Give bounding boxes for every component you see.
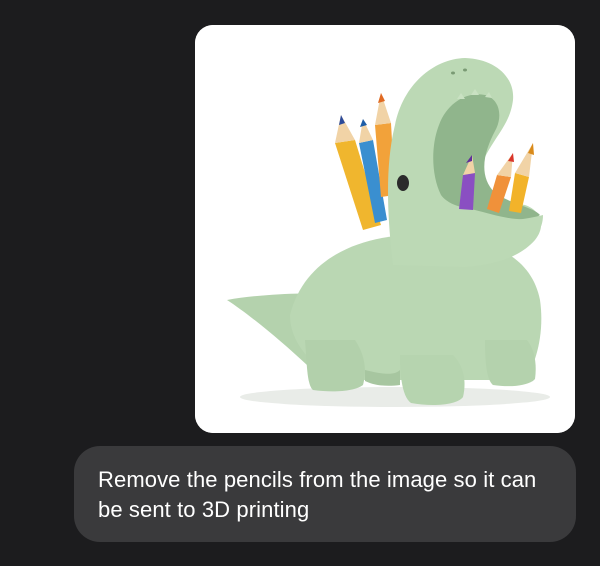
- dinosaur-pencil-holder-photo: [195, 25, 575, 433]
- image-message[interactable]: [195, 25, 575, 433]
- text-message[interactable]: Remove the pencils from the image so it …: [74, 446, 576, 542]
- message-text: Remove the pencils from the image so it …: [98, 467, 537, 522]
- chat-screen: Remove the pencils from the image so it …: [0, 0, 600, 566]
